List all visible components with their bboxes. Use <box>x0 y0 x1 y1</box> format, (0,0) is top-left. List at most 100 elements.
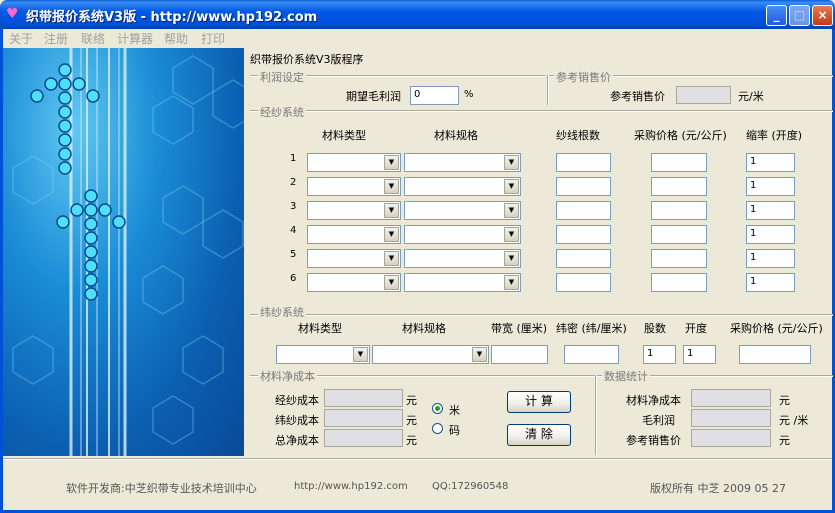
chevron-down-icon[interactable]: ▼ <box>504 275 519 290</box>
warp-price-input[interactable] <box>651 201 707 220</box>
weft-header-opening: 开度 <box>685 322 707 335</box>
weft-header-strands: 股数 <box>644 322 666 335</box>
warp-yarn-count-input[interactable] <box>556 273 611 292</box>
banner-graphic <box>12 48 244 456</box>
warp-material-spec-select[interactable]: ▼ <box>404 177 521 196</box>
profit-input[interactable]: 0 <box>410 86 459 105</box>
unit-code-label: 码 <box>449 424 460 437</box>
ref-price-output <box>676 86 731 104</box>
warp-material-type-select[interactable]: ▼ <box>307 273 401 292</box>
warp-yarn-count-input[interactable] <box>556 249 611 268</box>
warp-row-number: 2 <box>290 177 297 188</box>
weft-density-input[interactable] <box>564 345 619 364</box>
program-title: 织带报价系统V3版程序 <box>250 53 364 66</box>
section-separator <box>547 75 549 105</box>
warp-section-title: 经纱系统 <box>258 104 306 120</box>
weft-width-input[interactable] <box>491 345 548 364</box>
profit-unit: % <box>464 89 474 100</box>
warp-material-spec-select[interactable]: ▼ <box>404 273 521 292</box>
warp-row-number: 6 <box>290 273 297 284</box>
stats-ref-price-output <box>691 429 771 447</box>
chevron-down-icon[interactable]: ▼ <box>384 155 399 170</box>
footer-qq: QQ:172960548 <box>432 481 509 492</box>
weft-material-type-select[interactable]: ▼ <box>276 345 370 364</box>
chevron-down-icon[interactable]: ▼ <box>504 179 519 194</box>
chevron-down-icon[interactable]: ▼ <box>384 251 399 266</box>
decorative-banner-image <box>3 48 244 456</box>
clear-button[interactable]: 清 除 <box>507 424 571 446</box>
warp-shrink-input[interactable]: 1 <box>746 201 795 220</box>
warp-yarn-count-input[interactable] <box>556 225 611 244</box>
warp-material-type-select[interactable]: ▼ <box>307 177 401 196</box>
menu-calculator[interactable]: 计算器 <box>117 30 153 47</box>
profit-label: 期望毛利润 <box>346 90 401 103</box>
weft-price-input[interactable] <box>739 345 811 364</box>
ref-section-title: 参考销售价 <box>554 69 613 85</box>
weft-section-title: 纬纱系统 <box>258 304 306 320</box>
weft-strands-input[interactable]: 1 <box>643 345 676 364</box>
warp-material-spec-select[interactable]: ▼ <box>404 201 521 220</box>
warp-price-input[interactable] <box>651 177 707 196</box>
warp-shrink-input[interactable]: 1 <box>746 225 795 244</box>
stats-net-cost-label: 材料净成本 <box>626 394 681 407</box>
weft-opening-input[interactable]: 1 <box>683 345 716 364</box>
chevron-down-icon[interactable]: ▼ <box>504 227 519 242</box>
warp-shrink-input[interactable]: 1 <box>746 177 795 196</box>
total-cost-unit: 元 <box>406 434 417 447</box>
warp-material-type-select[interactable]: ▼ <box>307 153 401 172</box>
weft-material-spec-select[interactable]: ▼ <box>372 345 489 364</box>
chevron-down-icon[interactable]: ▼ <box>384 203 399 218</box>
warp-shrink-input[interactable]: 1 <box>746 153 795 172</box>
calculate-button[interactable]: 计 算 <box>507 391 571 413</box>
warp-shrink-input[interactable]: 1 <box>746 273 795 292</box>
profit-section-title: 利润设定 <box>258 69 306 85</box>
warp-price-input[interactable] <box>651 225 707 244</box>
chevron-down-icon[interactable]: ▼ <box>504 251 519 266</box>
warp-material-type-select[interactable]: ▼ <box>307 249 401 268</box>
chevron-down-icon[interactable]: ▼ <box>384 275 399 290</box>
warp-yarn-count-input[interactable] <box>556 153 611 172</box>
menu-help[interactable]: 帮助 <box>164 30 188 47</box>
close-button[interactable]: × <box>812 5 833 26</box>
minimize-button[interactable]: _ <box>766 5 787 26</box>
heart-icon: ♥ <box>6 6 19 22</box>
window-title: 织带报价系统V3版 - http://www.hp192.com <box>26 10 318 25</box>
warp-section-divider <box>250 110 833 112</box>
chevron-down-icon[interactable]: ▼ <box>472 347 487 362</box>
warp-shrink-input[interactable]: 1 <box>746 249 795 268</box>
warp-material-type-select[interactable]: ▼ <box>307 225 401 244</box>
warp-cost-label: 经纱成本 <box>275 394 319 407</box>
chevron-down-icon[interactable]: ▼ <box>384 179 399 194</box>
warp-price-input[interactable] <box>651 249 707 268</box>
warp-yarn-count-input[interactable] <box>556 177 611 196</box>
warp-material-spec-select[interactable]: ▼ <box>404 225 521 244</box>
warp-cost-output <box>324 389 403 407</box>
stats-separator <box>595 375 597 455</box>
weft-section-divider <box>250 314 833 316</box>
unit-code-radio[interactable] <box>432 423 443 434</box>
footer-copyright: 版权所有 中芝 2009 05 27 <box>650 482 786 495</box>
warp-price-input[interactable] <box>651 153 707 172</box>
menu-contact[interactable]: 联络 <box>81 30 105 47</box>
stats-net-cost-unit: 元 <box>779 394 790 407</box>
unit-meter-radio[interactable] <box>432 403 443 414</box>
chevron-down-icon[interactable]: ▼ <box>504 155 519 170</box>
warp-row-number: 4 <box>290 225 297 236</box>
maximize-button[interactable]: □ <box>789 5 810 26</box>
menu-register[interactable]: 注册 <box>44 30 68 47</box>
warp-yarn-count-input[interactable] <box>556 201 611 220</box>
unit-meter-label: 米 <box>449 404 460 417</box>
chevron-down-icon[interactable]: ▼ <box>353 347 368 362</box>
weft-cost-unit: 元 <box>406 414 417 427</box>
warp-material-type-select[interactable]: ▼ <box>307 201 401 220</box>
menu-about[interactable]: 关于 <box>9 30 33 47</box>
chevron-down-icon[interactable]: ▼ <box>384 227 399 242</box>
chevron-down-icon[interactable]: ▼ <box>504 203 519 218</box>
menu-print[interactable]: 打印 <box>201 30 225 47</box>
warp-price-input[interactable] <box>651 273 707 292</box>
warp-row-number: 5 <box>290 249 297 260</box>
warp-material-spec-select[interactable]: ▼ <box>404 249 521 268</box>
warp-material-spec-select[interactable]: ▼ <box>404 153 521 172</box>
weft-cost-output <box>324 409 403 427</box>
warp-header-shrink: 缩率 (开度) <box>746 129 803 142</box>
